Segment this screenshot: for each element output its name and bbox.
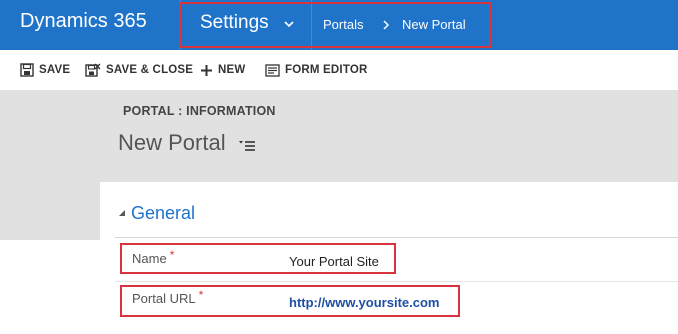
triangle-collapse-icon[interactable] — [118, 209, 126, 217]
save-button[interactable]: SAVE — [20, 62, 70, 78]
app-title[interactable]: Dynamics 365 — [20, 10, 147, 33]
save-label: SAVE — [39, 64, 71, 76]
new-label: NEW — [218, 64, 246, 76]
save-close-icon — [85, 63, 101, 77]
section-divider — [115, 237, 678, 238]
highlight-box-nav — [179, 2, 491, 48]
save-close-button[interactable]: SAVE & CLOSE — [85, 62, 193, 78]
section-title-general[interactable]: General — [131, 203, 195, 224]
highlight-box-name — [120, 243, 396, 274]
form-menu-icon[interactable] — [238, 138, 256, 152]
highlight-box-portal-url — [120, 285, 460, 317]
command-bar: SAVE SAVE & CLOSE NEW FORM EDITOR — [0, 50, 678, 90]
record-title: New Portal — [118, 130, 226, 155]
row-divider — [115, 281, 678, 282]
new-button[interactable]: NEW — [200, 62, 245, 78]
save-close-label: SAVE & CLOSE — [106, 64, 194, 76]
entity-form-label: PORTAL : INFORMATION — [123, 104, 276, 118]
form-editor-icon — [265, 63, 280, 77]
form-editor-label: FORM EDITOR — [285, 64, 368, 76]
save-icon — [20, 63, 34, 77]
plus-icon — [201, 64, 212, 76]
form-editor-button[interactable]: FORM EDITOR — [265, 62, 368, 78]
